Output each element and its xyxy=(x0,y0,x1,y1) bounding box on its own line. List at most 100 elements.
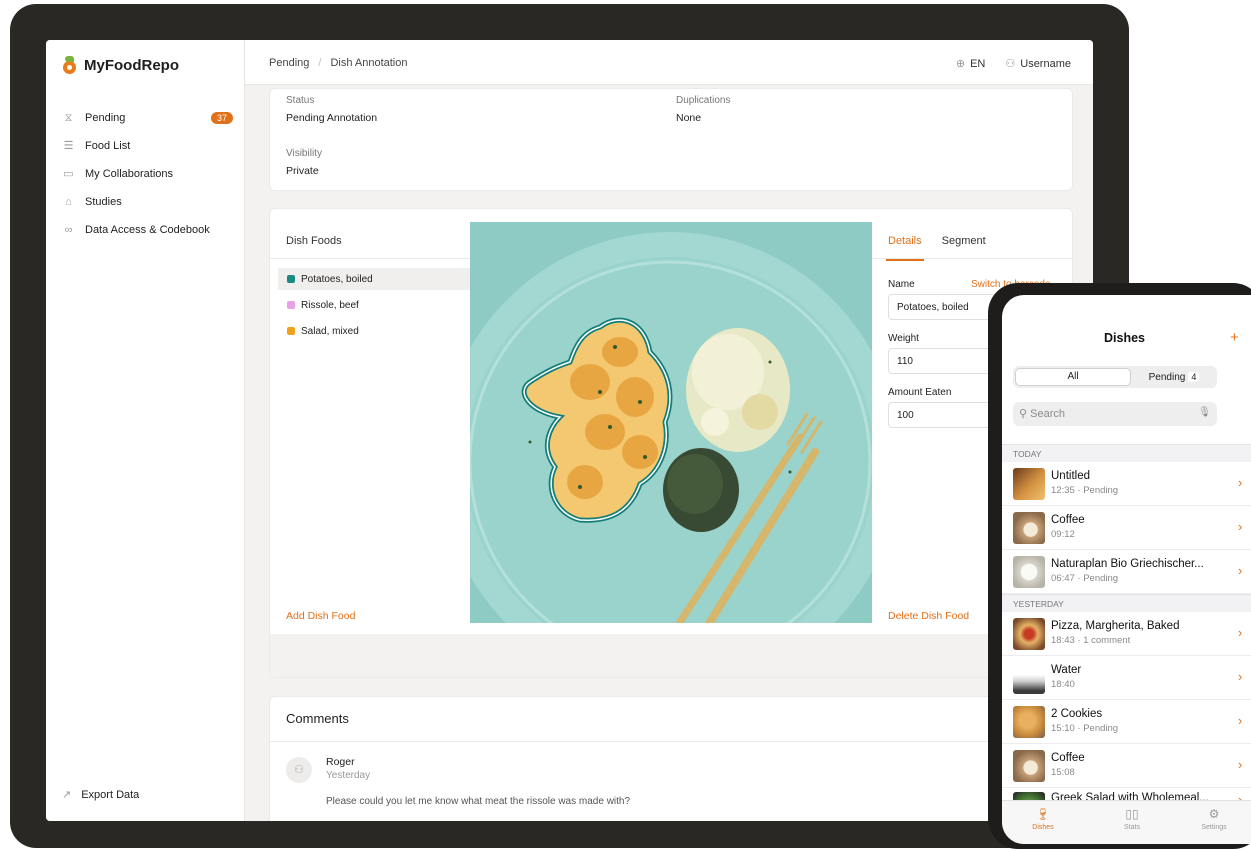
share-nodes-icon: ∞ xyxy=(64,223,73,236)
pending-count-badge: 37 xyxy=(210,112,233,124)
card-footer xyxy=(270,634,1072,677)
comments-card: Comments ⚇ Roger Yesterday Please could … xyxy=(269,696,1073,821)
header-actions: ⊕ EN ⚇ Username xyxy=(956,57,1071,70)
sidebar: MyFoodRepo ⧖ Pending 37 ☰ Food List ▭ My… xyxy=(46,40,245,821)
globe-icon: ⊕ xyxy=(955,58,966,70)
export-data-button[interactable]: ↗ Export Data xyxy=(62,788,140,802)
divider xyxy=(872,258,1074,259)
dish-thumbnail xyxy=(1013,468,1045,500)
chevron-right-icon: › xyxy=(1238,669,1243,684)
list-item[interactable]: 2 Cookies 15:10 · Pending › xyxy=(1002,700,1251,744)
food-color-swatch xyxy=(287,301,295,309)
app-logo[interactable]: MyFoodRepo xyxy=(63,56,179,74)
sidebar-item-my-collaborations[interactable]: ▭ My Collaborations xyxy=(58,160,233,188)
export-data-label: Export Data xyxy=(81,788,140,801)
weight-label: Weight xyxy=(888,333,919,344)
dish-title: Coffee xyxy=(1051,514,1085,526)
dishes-icon: 🍷︎ xyxy=(1035,807,1051,821)
food-color-swatch xyxy=(287,327,295,335)
segment-pending-label: Pending xyxy=(1148,372,1186,383)
food-item-label: Salad, mixed xyxy=(301,325,359,337)
dish-subtitle: 15:08 xyxy=(1051,767,1075,778)
sidebar-item-label: Pending xyxy=(85,112,126,124)
language-selector[interactable]: ⊕ EN xyxy=(956,57,986,70)
dish-food-item[interactable]: Salad, mixed xyxy=(278,320,473,342)
export-icon: ↗ xyxy=(62,789,72,801)
phone-screen: Dishes + All Pending 4 ⚲ Search 🎙︎ TODAY … xyxy=(1002,295,1251,844)
chevron-right-icon: › xyxy=(1238,519,1243,534)
segment-all[interactable]: All xyxy=(1015,368,1131,386)
chevron-right-icon: › xyxy=(1238,757,1243,772)
tab-stats[interactable]: ▯▯ Stats xyxy=(1102,807,1162,831)
list-item[interactable]: Water 18:40 › xyxy=(1002,656,1251,700)
breadcrumb: Pending / Dish Annotation xyxy=(269,57,408,69)
tab-details[interactable]: Details xyxy=(886,235,924,261)
sidebar-item-data-access[interactable]: ∞ Data Access & Codebook xyxy=(58,216,233,244)
food-color-swatch xyxy=(287,275,295,283)
breadcrumb-pending[interactable]: Pending xyxy=(269,57,309,69)
dish-title: Water xyxy=(1051,664,1082,676)
filter-segmented-control: All Pending 4 xyxy=(1013,366,1217,388)
tab-label: Stats xyxy=(1124,824,1140,831)
duplications-label: Duplications xyxy=(676,95,731,106)
delete-dish-food-button[interactable]: Delete Dish Food xyxy=(888,610,969,622)
dish-title: Naturaplan Bio Griechischer... xyxy=(1051,558,1204,570)
list-icon: ☰ xyxy=(63,139,74,152)
dish-photo[interactable] xyxy=(470,222,872,623)
logo-icon xyxy=(63,56,77,74)
list-item[interactable]: Pizza, Margherita, Baked 18:43 · 1 comme… xyxy=(1002,612,1251,656)
tab-dishes[interactable]: 🍷︎ Dishes xyxy=(1013,807,1073,831)
section-header-yesterday: YESTERDAY xyxy=(1002,594,1251,612)
dish-subtitle: 12:35 · Pending xyxy=(1051,485,1119,496)
user-menu[interactable]: ⚇ Username xyxy=(1005,57,1071,70)
dish-food-item[interactable]: Rissole, beef xyxy=(278,294,473,316)
add-dish-button[interactable]: + xyxy=(1230,329,1239,346)
username-label: Username xyxy=(1020,58,1071,70)
segment-pending[interactable]: Pending 4 xyxy=(1131,368,1217,386)
dish-thumbnail xyxy=(1013,618,1045,650)
list-item[interactable]: Coffee 15:08 › xyxy=(1002,744,1251,788)
dish-thumbnail xyxy=(1013,512,1045,544)
microphone-icon[interactable]: 🎙︎ xyxy=(1198,407,1211,418)
folder-icon: ▭ xyxy=(63,167,74,180)
dish-subtitle: 15:10 · Pending xyxy=(1051,723,1119,734)
list-item[interactable]: Coffee 09:12 › xyxy=(1002,506,1251,550)
status-card: Status Pending Annotation Duplications N… xyxy=(269,88,1073,191)
tab-settings[interactable]: ⚙ Settings xyxy=(1184,807,1244,831)
language-label: EN xyxy=(970,58,986,70)
divider xyxy=(270,741,1072,742)
plate-illustration xyxy=(470,232,872,623)
list-item[interactable]: Naturaplan Bio Griechischer... 06:47 · P… xyxy=(1002,550,1251,594)
search-input[interactable]: ⚲ Search 🎙︎ xyxy=(1013,402,1217,426)
tab-label: Dishes xyxy=(1032,824,1054,831)
divider xyxy=(270,258,470,259)
tab-segment[interactable]: Segment xyxy=(942,235,986,247)
comment-time: Yesterday xyxy=(326,770,371,781)
dish-title: Untitled xyxy=(1051,470,1090,482)
dish-subtitle: 06:47 · Pending xyxy=(1051,573,1119,584)
search-icon: ⚲ xyxy=(1019,408,1028,420)
details-tabs: Details Segment xyxy=(886,235,986,261)
sidebar-item-studies[interactable]: ⌂ Studies xyxy=(58,188,233,216)
sidebar-item-label: Data Access & Codebook xyxy=(85,224,210,236)
user-icon: ⚇ xyxy=(1005,58,1016,70)
app-name: MyFoodRepo xyxy=(84,56,179,74)
visibility-label: Visibility xyxy=(286,148,322,159)
sidebar-nav: ⧖ Pending 37 ☰ Food List ▭ My Collaborat… xyxy=(58,104,233,244)
sidebar-item-food-list[interactable]: ☰ Food List xyxy=(58,132,233,160)
tab-label: Settings xyxy=(1201,824,1227,831)
dish-annotation-card: Dish Foods Potatoes, boiled Rissole, bee… xyxy=(269,208,1074,678)
add-dish-food-button[interactable]: Add Dish Food xyxy=(286,610,355,622)
gear-icon: ⚙ xyxy=(1208,807,1220,821)
sidebar-item-label: My Collaborations xyxy=(85,168,174,180)
dish-thumbnail xyxy=(1013,662,1045,694)
sidebar-item-pending[interactable]: ⧖ Pending 37 xyxy=(58,104,233,132)
visibility-value: Private xyxy=(286,165,319,177)
avatar: ⚇ xyxy=(286,757,312,783)
top-bar: Pending / Dish Annotation ⊕ EN ⚇ Username xyxy=(245,40,1093,85)
comment-author: Roger xyxy=(326,756,355,768)
breadcrumb-current: Dish Annotation xyxy=(330,57,408,69)
food-item-label: Potatoes, boiled xyxy=(301,273,373,285)
dish-food-item[interactable]: Potatoes, boiled xyxy=(278,268,473,290)
list-item[interactable]: Untitled 12:35 · Pending › xyxy=(1002,462,1251,506)
